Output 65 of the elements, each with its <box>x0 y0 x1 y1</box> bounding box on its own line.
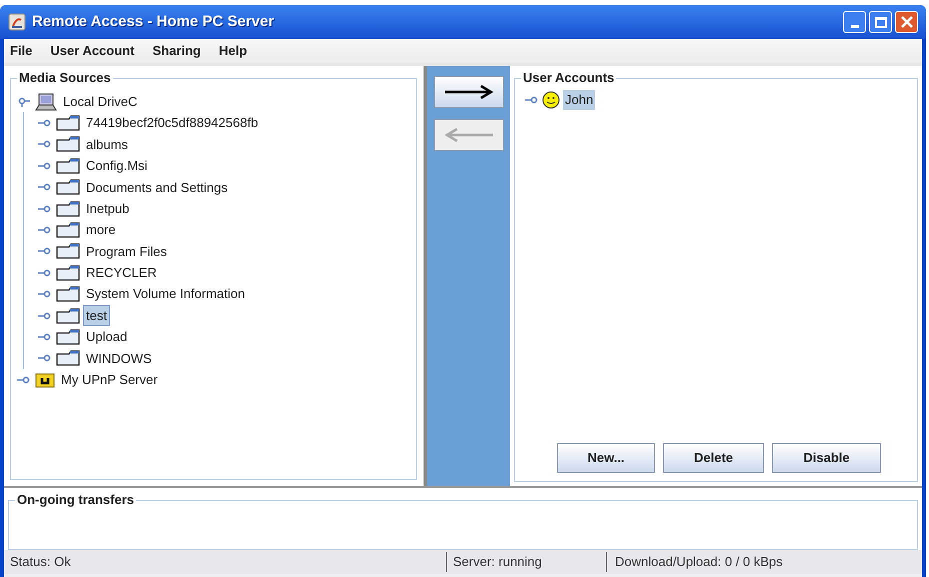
menu-item[interactable]: Sharing <box>152 41 201 61</box>
group-title: On-going transfers <box>15 492 136 508</box>
tree-item[interactable]: albums <box>84 134 130 154</box>
tree-item[interactable]: My UPnP Server <box>59 370 160 390</box>
account-button[interactable]: Delete <box>663 443 764 473</box>
folder-icon <box>56 243 80 260</box>
collapsed-handle-icon[interactable] <box>38 139 52 150</box>
collapsed-handle-icon[interactable] <box>38 118 52 128</box>
tree-item[interactable]: Documents and Settings <box>84 178 230 197</box>
menu-item[interactable]: File <box>10 41 32 61</box>
tree-item[interactable]: 74419becf2f0c5df88942568fb <box>84 113 260 133</box>
folder-icon <box>56 264 80 281</box>
status-text: Server: running <box>446 552 606 572</box>
folder-icon <box>56 200 80 217</box>
close-icon <box>900 16 912 28</box>
window-title: Remote Access - Home PC Server <box>32 12 274 32</box>
account-button[interactable]: Disable <box>772 443 881 473</box>
tree-item[interactable]: Program Files <box>84 242 169 262</box>
maximize-button[interactable] <box>869 11 892 33</box>
collapsed-handle-icon[interactable] <box>38 332 52 342</box>
folder-icon <box>56 136 80 152</box>
collapsed-handle-icon[interactable] <box>38 246 52 256</box>
folder-icon <box>56 179 80 196</box>
account-button[interactable]: New... <box>557 443 655 473</box>
folder-icon <box>56 158 80 174</box>
user-item[interactable]: John <box>563 90 596 110</box>
collapsed-handle-icon[interactable] <box>38 289 52 300</box>
server-folder-icon <box>35 372 55 388</box>
collapsed-handle-icon[interactable] <box>38 268 52 278</box>
tree-item[interactable]: Config.Msi <box>84 156 150 176</box>
tree-item[interactable]: Inetpub <box>84 198 132 218</box>
tree-item[interactable]: WINDOWS <box>84 348 154 368</box>
collapsed-handle-icon[interactable] <box>38 160 52 171</box>
tree-item[interactable]: test <box>84 306 109 326</box>
tree-item[interactable]: Local DriveC <box>61 92 140 112</box>
close-button[interactable] <box>895 11 918 33</box>
menu-item[interactable]: User Account <box>50 41 134 61</box>
expanded-handle-icon[interactable] <box>17 96 31 107</box>
folder-icon <box>56 286 80 302</box>
collapsed-handle-icon[interactable] <box>38 353 52 364</box>
computer-icon <box>35 92 57 111</box>
collapsed-handle-icon[interactable] <box>38 310 52 321</box>
folder-icon <box>56 308 80 324</box>
folder-icon <box>56 115 80 132</box>
minimize-button[interactable] <box>843 11 866 33</box>
tree-item[interactable]: System Volume Information <box>84 284 247 304</box>
collapsed-handle-icon[interactable] <box>38 225 52 236</box>
collapsed-handle-icon[interactable] <box>525 95 539 105</box>
collapsed-handle-icon[interactable] <box>38 182 52 192</box>
left-arrow-icon <box>442 127 494 143</box>
app-icon <box>8 13 26 31</box>
move-right-button[interactable] <box>434 76 504 108</box>
folder-icon <box>56 222 80 238</box>
tree-item[interactable]: Upload <box>84 327 130 347</box>
smiley-icon <box>542 91 560 109</box>
tree-item[interactable]: RECYCLER <box>84 263 159 283</box>
folder-icon <box>56 350 80 366</box>
folder-icon <box>56 328 80 345</box>
collapsed-handle-icon[interactable] <box>38 204 52 214</box>
collapsed-handle-icon[interactable] <box>17 374 31 385</box>
status-text: Download/Upload: 0 / 0 kBps <box>606 552 783 572</box>
status-text: Status: Ok <box>9 553 72 572</box>
right-arrow-icon <box>442 84 494 100</box>
menu-item[interactable]: Help <box>218 41 248 61</box>
tree-item[interactable]: more <box>84 220 118 240</box>
